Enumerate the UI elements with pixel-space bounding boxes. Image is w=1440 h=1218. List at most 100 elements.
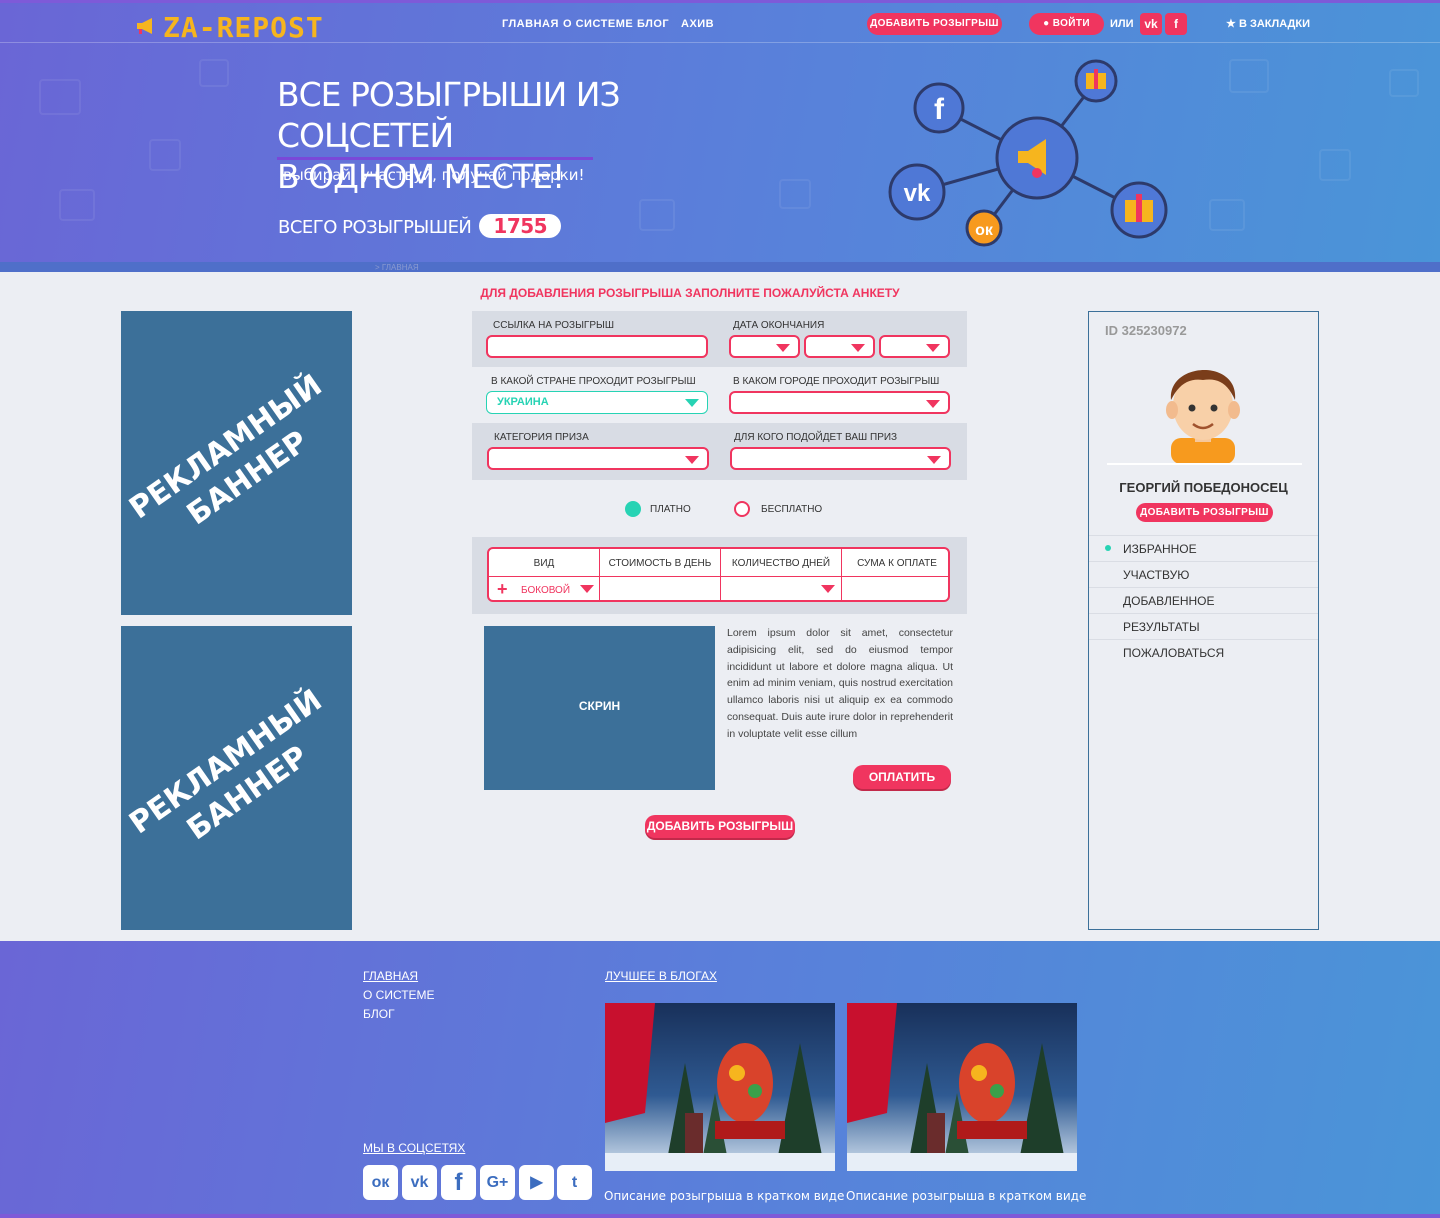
vk-login-icon[interactable]: vk — [1140, 13, 1162, 35]
user-id: ID 325230972 — [1105, 323, 1187, 338]
paid-radio[interactable] — [625, 501, 641, 517]
nav-blog[interactable]: БЛОГ — [637, 18, 669, 30]
hero-title-line1: ВСЕ РОЗЫГРЫШИ ИЗ СОЦСЕТЕЙ — [277, 75, 621, 155]
social-title: МЫ В СОЦСЕТЯХ — [363, 1141, 466, 1155]
audience-select[interactable] — [730, 447, 951, 470]
counter-label: ВСЕГО РОЗЫГРЫШЕЙ — [278, 217, 472, 238]
twitter-icon[interactable]: t — [557, 1165, 592, 1200]
column-header: СУМА К ОПЛАТЕ — [842, 549, 948, 577]
svg-text:ок: ок — [975, 222, 994, 239]
column-header: СТОИМОСТЬ В ДЕНЬ — [600, 549, 720, 577]
country-label: В КАКОЙ СТРАНЕ ПРОХОДИТ РОЗЫГРЫШ — [491, 376, 696, 387]
top-navbar: ZA-REPOST ГЛАВНАЯ О СИСТЕМЕ БЛОГ АХИВ ДО… — [0, 3, 1440, 44]
audience-label: ДЛЯ КОГО ПОДОЙДЕТ ВАШ ПРИЗ — [734, 432, 898, 443]
svg-text:vk: vk — [904, 180, 931, 207]
menu-added[interactable]: ДОБАВЛЕННОЕ — [1089, 587, 1318, 613]
category-select[interactable] — [487, 447, 709, 470]
svg-text:f: f — [934, 93, 945, 126]
type-column: ВИД + БОКОВОЙ — [489, 549, 600, 600]
profile-divider — [1107, 463, 1302, 465]
breadcrumb[interactable]: > ГЛАВНАЯ — [375, 263, 419, 272]
facebook-login-icon[interactable]: f — [1165, 13, 1187, 35]
price-per-day-column: СТОИМОСТЬ В ДЕНЬ — [600, 549, 721, 600]
menu-favorites[interactable]: ИЗБРАННОЕ — [1089, 535, 1318, 561]
menu-results[interactable]: РЕЗУЛЬТАТЫ — [1089, 613, 1318, 639]
submit-giveaway-button[interactable]: ДОБАВИТЬ РОЗЫГРЫШ — [645, 815, 795, 838]
profile-panel: ID 325230972 ГЕОРГИЙ ПОБЕДОНОСЕЦ ДОБАВИТ… — [1088, 311, 1319, 930]
footer-link-blog[interactable]: БЛОГ — [363, 1007, 395, 1021]
nav-about[interactable]: О СИСТЕМЕ — [563, 18, 633, 30]
end-month-select[interactable] — [804, 335, 875, 358]
footer-link-about[interactable]: О СИСТЕМЕ — [363, 988, 435, 1002]
blog-caption-2[interactable]: Описание розыгрыша в кратком виде — [846, 1189, 1086, 1203]
paid-label: ПЛАТНО — [650, 504, 691, 515]
city-label: В КАКОМ ГОРОДЕ ПРОХОДИТ РОЗЫГРЫШ — [733, 376, 940, 387]
free-label: БЕСПЛАТНО — [761, 504, 823, 515]
chevron-down-icon — [685, 456, 699, 464]
price-per-day-input[interactable] — [600, 577, 720, 600]
site-logo[interactable]: ZA-REPOST — [135, 11, 324, 44]
login-button[interactable]: ● ВОЙТИ — [1029, 13, 1104, 35]
type-select-value[interactable]: БОКОВОЙ — [521, 585, 570, 596]
blog-thumbnail-1[interactable] — [605, 1003, 835, 1171]
login-label: ВОЙТИ — [1052, 18, 1090, 29]
blog-caption-1[interactable]: Описание розыгрыша в кратком виде — [604, 1189, 844, 1203]
chevron-down-icon — [685, 399, 699, 407]
menu-participating[interactable]: УЧАСТВУЮ — [1089, 561, 1318, 587]
youtube-icon[interactable]: ▶ — [519, 1165, 554, 1200]
category-label: КАТЕГОРИЯ ПРИЗА — [494, 432, 589, 443]
screenshot-upload[interactable]: СКРИН — [484, 626, 715, 790]
add-giveaway-button[interactable]: ДОБАВИТЬ РОЗЫГРЫШ — [867, 13, 1002, 35]
ad-banner-label: РЕКЛАМНЫЙ БАННЕР — [122, 682, 329, 848]
plus-icon[interactable]: + — [497, 579, 508, 600]
hero-bottom-strip — [0, 262, 1440, 272]
bookmarks-link[interactable]: ★ В ЗАКЛАДКИ — [1226, 17, 1310, 30]
country-select[interactable]: УКРАИНА — [486, 391, 708, 414]
hero-underline — [277, 157, 593, 160]
active-dot-icon — [1105, 545, 1111, 551]
free-radio[interactable] — [734, 501, 750, 517]
user-name: ГЕОРГИЙ ПОБЕДОНОСЕЦ — [1119, 480, 1288, 495]
megaphone-icon — [137, 18, 152, 34]
end-date-label: ДАТА ОКОНЧАНИЯ — [733, 320, 825, 331]
chevron-down-icon — [776, 344, 790, 352]
chevron-down-icon — [580, 585, 594, 593]
nav-home[interactable]: ГЛАВНАЯ — [502, 18, 559, 30]
hero-section: ZA-REPOST ГЛАВНАЯ О СИСТЕМЕ БЛОГ АХИВ ДО… — [0, 0, 1440, 272]
vk-icon[interactable]: vk — [402, 1165, 437, 1200]
chevron-down-icon — [926, 344, 940, 352]
column-header: КОЛИЧЕСТВО ДНЕЙ — [721, 549, 841, 577]
blog-title: ЛУЧШЕЕ В БЛОГАХ — [605, 969, 717, 983]
odnoklassniki-icon[interactable]: ок — [363, 1165, 398, 1200]
city-select[interactable] — [729, 391, 950, 414]
profile-add-button[interactable]: ДОБАВИТЬ РОЗЫГРЫШ — [1136, 503, 1273, 522]
end-year-select[interactable] — [879, 335, 950, 358]
ad-banner-label: РЕКЛАМНЫЙ БАННЕР — [122, 367, 329, 533]
link-label: ССЫЛКА НА РОЗЫГРЫШ — [493, 320, 615, 331]
chevron-down-icon — [926, 400, 940, 408]
chevron-down-icon — [851, 344, 865, 352]
user-icon: ● — [1043, 18, 1050, 29]
hero-subtitle: выбирай, участвуй, получай подарки! — [283, 166, 585, 184]
giveaway-counter: ВСЕГО РОЗЫГРЫШЕЙ 1755 — [278, 214, 562, 238]
blog-thumbnail-2[interactable] — [847, 1003, 1077, 1171]
chevron-down-icon — [927, 456, 941, 464]
pay-button[interactable]: ОПЛАТИТЬ — [853, 765, 951, 789]
ad-banner-1[interactable]: РЕКЛАМНЫЙ БАННЕР — [121, 311, 352, 615]
days-count-column: КОЛИЧЕСТВО ДНЕЙ — [721, 549, 842, 600]
total-field — [842, 577, 948, 600]
ad-banner-2[interactable]: РЕКЛАМНЫЙ БАННЕР — [121, 626, 352, 930]
description-text: Lorem ipsum dolor sit amet, consectetur … — [727, 627, 953, 740]
total-column: СУМА К ОПЛАТЕ — [842, 549, 948, 600]
blog-image — [605, 1003, 835, 1171]
menu-complain[interactable]: ПОЖАЛОВАТЬСЯ — [1089, 639, 1318, 665]
end-day-select[interactable] — [729, 335, 800, 358]
nav-archive[interactable]: АХИВ — [681, 18, 714, 30]
counter-value: 1755 — [479, 214, 562, 238]
google-plus-icon[interactable]: G+ — [480, 1165, 515, 1200]
star-icon: ★ — [1226, 18, 1236, 30]
facebook-icon[interactable]: f — [441, 1165, 476, 1200]
link-input[interactable] — [486, 335, 708, 358]
or-label: ИЛИ — [1110, 18, 1134, 30]
footer-link-home[interactable]: ГЛАВНАЯ — [363, 969, 418, 983]
